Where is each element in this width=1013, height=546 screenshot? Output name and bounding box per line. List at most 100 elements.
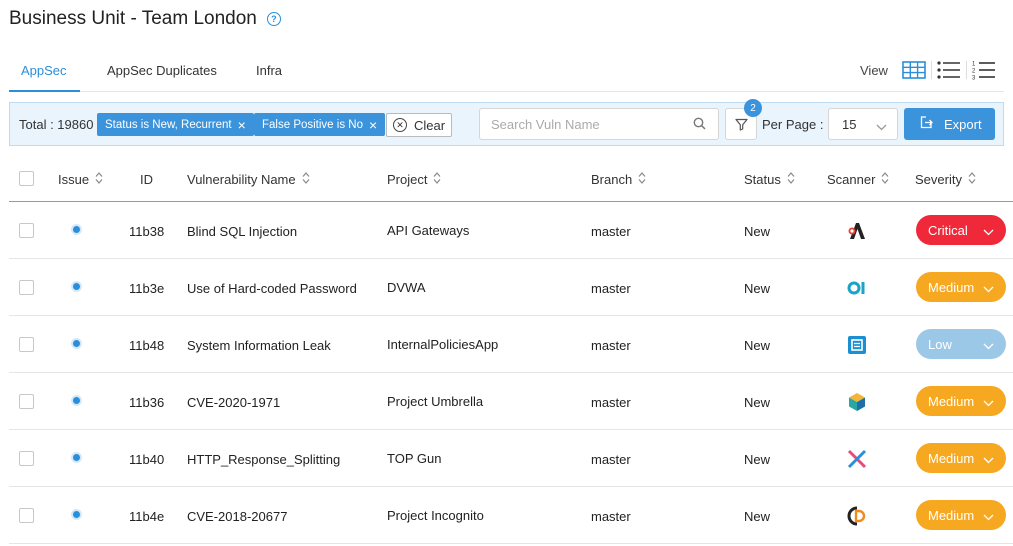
sort-icon[interactable] [968, 172, 976, 187]
close-icon[interactable]: × [238, 117, 246, 133]
sort-icon[interactable] [787, 172, 795, 187]
svg-text:1: 1 [972, 62, 976, 68]
sort-icon[interactable] [881, 172, 889, 187]
column-label: Scanner [827, 172, 876, 187]
row-branch: master [591, 281, 631, 296]
column-header-id[interactable]: ID [140, 172, 153, 187]
table-row[interactable]: 11b4e CVE-2018-20677 Project Incognito m… [9, 487, 1013, 544]
row-project: Project Incognito [387, 508, 484, 523]
tab-appsec-duplicates[interactable]: AppSec Duplicates [107, 63, 217, 78]
row-checkbox[interactable] [19, 451, 34, 466]
filter-chip-label: Status is New, Recurrent [105, 118, 232, 131]
column-header-scanner[interactable]: Scanner [827, 172, 889, 187]
severity-dropdown[interactable]: Medium [916, 443, 1006, 473]
scanner-a-icon [847, 221, 867, 241]
row-project: API Gateways [387, 223, 470, 238]
chevron-down-icon [876, 119, 887, 134]
sort-icon[interactable] [95, 172, 103, 187]
table-header: Issue ID Vulnerability Name Project Bran… [9, 156, 1013, 202]
column-header-branch[interactable]: Branch [591, 172, 646, 187]
row-project: DVWA [387, 280, 426, 295]
scanner-x-icon [847, 449, 867, 469]
column-label: Status [744, 172, 781, 187]
table-row[interactable]: 11b3e Use of Hard-coded Password DVWA ma… [9, 259, 1013, 316]
row-id: 11b38 [129, 224, 165, 239]
sort-icon[interactable] [302, 172, 310, 187]
sort-icon[interactable] [638, 172, 646, 187]
severity-label: Critical [928, 222, 968, 238]
row-vulnerability-name[interactable]: CVE-2020-1971 [187, 395, 280, 410]
vulnerability-table: Issue ID Vulnerability Name Project Bran… [9, 156, 1013, 544]
column-header-severity[interactable]: Severity [915, 172, 976, 187]
scanner-oi-icon [847, 278, 867, 298]
grid-view-icon[interactable] [902, 60, 926, 80]
select-all-checkbox[interactable] [19, 171, 34, 186]
row-checkbox[interactable] [19, 394, 34, 409]
table-row[interactable]: 11b48 System Information Leak InternalPo… [9, 316, 1013, 373]
export-button[interactable]: Export [904, 108, 995, 140]
row-checkbox[interactable] [19, 508, 34, 523]
table-row[interactable]: 11b36 CVE-2020-1971 Project Umbrella mas… [9, 373, 1013, 430]
filter-count-badge: 2 [744, 99, 762, 117]
chevron-down-icon [983, 224, 994, 239]
numbered-list-view-icon[interactable]: 123 [972, 60, 996, 80]
table-row[interactable]: 11b38 Blind SQL Injection API Gateways m… [9, 202, 1013, 259]
per-page-select[interactable]: 15 [828, 108, 898, 140]
severity-label: Medium [928, 450, 975, 466]
close-icon[interactable]: × [369, 117, 377, 133]
column-label: Vulnerability Name [187, 172, 296, 187]
severity-label: Low [928, 336, 952, 352]
column-header-project[interactable]: Project [387, 172, 441, 187]
severity-dropdown[interactable]: Medium [916, 272, 1006, 302]
export-label: Export [944, 116, 982, 132]
severity-label: Medium [928, 507, 975, 523]
view-label: View [860, 62, 888, 78]
search-input[interactable] [479, 108, 719, 140]
severity-label: Medium [928, 393, 975, 409]
svg-text:2: 2 [972, 69, 976, 75]
issue-indicator-icon [73, 397, 80, 404]
row-vulnerability-name[interactable]: HTTP_Response_Splitting [187, 452, 340, 467]
row-project: Project Umbrella [387, 394, 484, 409]
severity-dropdown[interactable]: Critical [916, 215, 1006, 245]
column-header-status[interactable]: Status [744, 172, 795, 187]
issue-indicator-icon [73, 454, 80, 461]
severity-dropdown[interactable]: Medium [916, 386, 1006, 416]
severity-dropdown[interactable]: Low [916, 329, 1006, 359]
sort-icon[interactable] [433, 172, 441, 187]
page-header: Business Unit - Team London ? [9, 8, 281, 30]
column-label: Issue [58, 172, 90, 187]
row-vulnerability-name[interactable]: Blind SQL Injection [187, 224, 297, 239]
tab-appsec[interactable]: AppSec [21, 63, 67, 78]
row-status: New [744, 281, 771, 296]
column-label: Project [387, 172, 428, 187]
row-status: New [744, 509, 771, 524]
row-project: InternalPoliciesApp [387, 337, 499, 352]
row-branch: master [591, 509, 631, 524]
row-vulnerability-name[interactable]: Use of Hard-coded Password [187, 281, 357, 296]
row-id: 11b3e [129, 281, 165, 296]
row-vulnerability-name[interactable]: CVE-2018-20677 [187, 509, 287, 524]
filter-bar: Total : 19860 Status is New, Recurrent ×… [9, 99, 1004, 146]
row-checkbox[interactable] [19, 337, 34, 352]
clear-label: Clear [414, 117, 446, 133]
search-icon[interactable] [693, 117, 706, 135]
view-divider [965, 61, 967, 79]
row-vulnerability-name[interactable]: System Information Leak [187, 338, 331, 353]
row-branch: master [591, 338, 631, 353]
list-view-icon[interactable] [937, 60, 961, 80]
chevron-down-icon [983, 281, 994, 296]
filter-chip-status[interactable]: Status is New, Recurrent × [97, 113, 254, 136]
column-header-vulnerability-name[interactable]: Vulnerability Name [187, 172, 310, 187]
row-checkbox[interactable] [19, 223, 34, 238]
row-checkbox[interactable] [19, 280, 34, 295]
clear-button[interactable]: ✕ Clear [386, 113, 452, 137]
tab-infra[interactable]: Infra [256, 63, 282, 78]
table-row[interactable]: 11b40 HTTP_Response_Splitting TOP Gun ma… [9, 430, 1013, 487]
column-header-issue[interactable]: Issue [58, 172, 103, 187]
severity-dropdown[interactable]: Medium [916, 500, 1006, 530]
help-icon[interactable]: ? [266, 12, 281, 26]
view-switcher: View 123 [860, 60, 996, 80]
filter-chip-false-positive[interactable]: False Positive is No × [254, 113, 386, 136]
svg-text:3: 3 [972, 76, 976, 81]
